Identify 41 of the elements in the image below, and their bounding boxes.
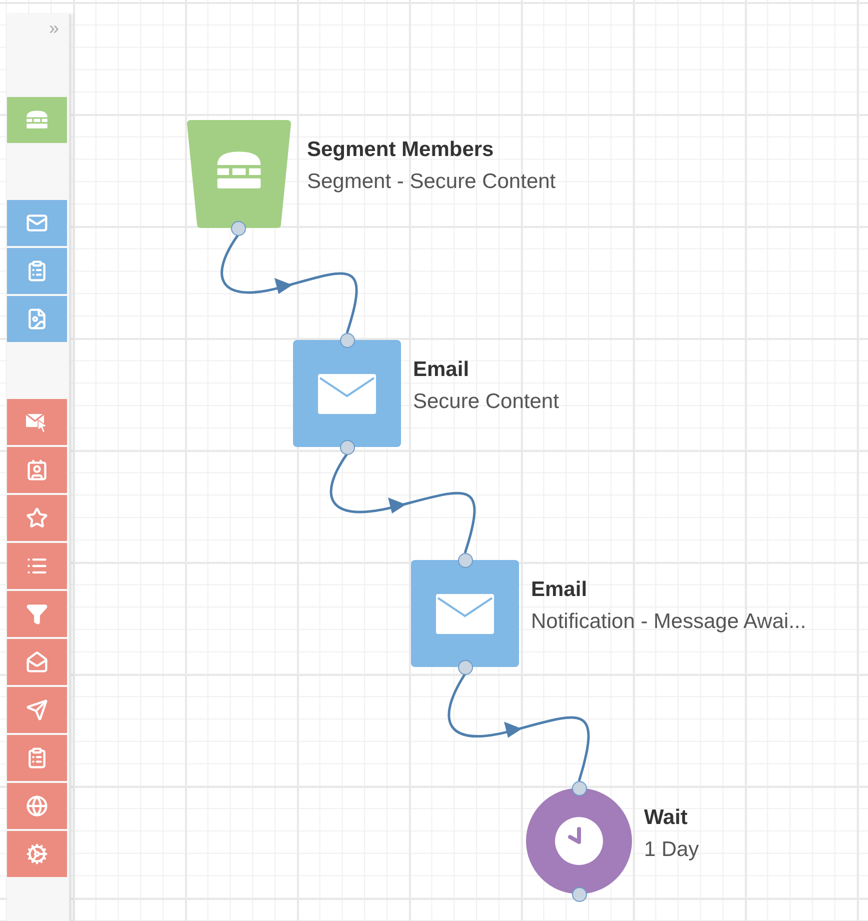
email-node[interactable] bbox=[411, 560, 519, 667]
node-subtitle: Secure Content bbox=[413, 389, 559, 415]
node-title: Email bbox=[413, 357, 470, 383]
checklist-icon bbox=[26, 747, 48, 769]
gears-icon bbox=[26, 843, 48, 865]
envelope-icon bbox=[436, 594, 494, 634]
expand-toggle[interactable]: » bbox=[48, 18, 59, 38]
palette-item[interactable] bbox=[7, 296, 67, 342]
node-subtitle: Notification - Message Awai... bbox=[531, 609, 806, 635]
checklist-icon bbox=[26, 260, 48, 282]
palette-item[interactable] bbox=[7, 97, 67, 143]
filter-icon bbox=[26, 603, 48, 625]
palette-item[interactable] bbox=[7, 735, 67, 781]
palette-item[interactable] bbox=[7, 687, 67, 733]
palette-item[interactable] bbox=[7, 447, 67, 493]
envelope-icon bbox=[26, 212, 48, 234]
palette-item[interactable] bbox=[7, 200, 67, 246]
node-title: Segment Members bbox=[307, 137, 495, 163]
envelope-cursor-icon bbox=[25, 411, 49, 433]
send-icon bbox=[26, 699, 48, 721]
palette-item[interactable] bbox=[7, 543, 67, 589]
palette-item[interactable] bbox=[7, 831, 67, 877]
contact-card-icon bbox=[26, 459, 48, 481]
palette-item[interactable] bbox=[7, 399, 67, 445]
node-title: Wait bbox=[644, 805, 689, 831]
star-icon bbox=[26, 507, 48, 529]
palette-item[interactable] bbox=[7, 783, 67, 829]
palette-item[interactable] bbox=[7, 495, 67, 541]
envelope-icon bbox=[318, 374, 376, 414]
globe-icon bbox=[26, 795, 48, 817]
node-title: Email bbox=[531, 577, 588, 603]
clock-icon bbox=[555, 817, 603, 865]
image-file-icon bbox=[26, 308, 48, 330]
palette-item[interactable] bbox=[7, 591, 67, 637]
node-subtitle: 1 Day bbox=[644, 837, 699, 863]
stack-icon bbox=[25, 110, 49, 130]
palette-item[interactable] bbox=[7, 248, 67, 294]
open-envelope-icon bbox=[26, 651, 48, 673]
node-subtitle: Segment - Secure Content bbox=[307, 169, 556, 195]
palette-item[interactable] bbox=[7, 639, 67, 685]
email-node[interactable] bbox=[293, 340, 401, 447]
